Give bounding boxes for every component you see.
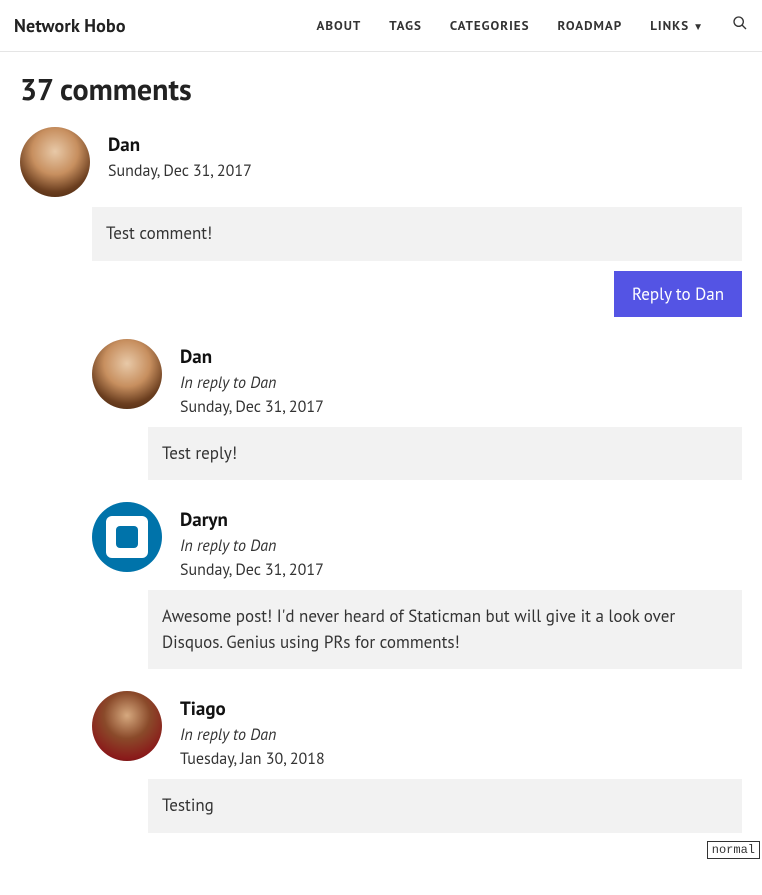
comment-body: Test reply! (148, 427, 742, 481)
comment-meta: Dan In reply to Dan Sunday, Dec 31, 2017 (180, 339, 324, 417)
comment-body: Testing (148, 779, 742, 833)
comment-meta: Dan Sunday, Dec 31, 2017 (108, 127, 252, 181)
author-name: Dan (180, 345, 324, 369)
avatar (20, 127, 90, 197)
in-reply-to: In reply to Dan (180, 373, 324, 393)
comment: Daryn In reply to Dan Sunday, Dec 31, 20… (92, 502, 742, 669)
author-name: Tiago (180, 697, 325, 721)
content: 37 comments Dan Sunday, Dec 31, 2017 Tes… (0, 52, 762, 895)
status-badge: normal (707, 841, 760, 859)
comment-date: Sunday, Dec 31, 2017 (180, 397, 324, 417)
reply-target-link[interactable]: Dan (250, 725, 276, 745)
in-reply-to: In reply to Dan (180, 536, 324, 556)
nav-links[interactable]: LINKS▼ (650, 17, 704, 34)
nav-about[interactable]: ABOUT (316, 17, 361, 34)
nav-roadmap[interactable]: ROADMAP (557, 17, 622, 34)
comments-heading: 37 comments (20, 70, 742, 109)
comment: Tiago In reply to Dan Tuesday, Jan 30, 2… (92, 691, 742, 833)
comment-date: Sunday, Dec 31, 2017 (108, 161, 252, 181)
comment-body: Awesome post! I'd never heard of Staticm… (148, 590, 742, 669)
comment-meta: Daryn In reply to Dan Sunday, Dec 31, 20… (180, 502, 324, 580)
nav-categories[interactable]: CATEGORIES (450, 17, 530, 34)
nav-links: ABOUT TAGS CATEGORIES ROADMAP LINKS▼ (316, 15, 748, 36)
navbar: Network Hobo ABOUT TAGS CATEGORIES ROADM… (0, 0, 762, 52)
author-name: Daryn (180, 508, 324, 532)
reply-row: Reply to Dan (20, 271, 742, 317)
comment-header: Dan Sunday, Dec 31, 2017 (20, 127, 742, 197)
reply-target-link[interactable]: Dan (250, 373, 276, 393)
comment-date: Sunday, Dec 31, 2017 (180, 560, 324, 580)
comment-meta: Tiago In reply to Dan Tuesday, Jan 30, 2… (180, 691, 325, 769)
comment-body: Test comment! (92, 207, 742, 261)
in-reply-to: In reply to Dan (180, 725, 325, 745)
site-brand[interactable]: Network Hobo (14, 14, 126, 37)
avatar (92, 691, 162, 761)
comment-header: Dan In reply to Dan Sunday, Dec 31, 2017 (92, 339, 742, 417)
comment-date: Tuesday, Jan 30, 2018 (180, 749, 325, 769)
avatar (92, 339, 162, 409)
comment: Dan In reply to Dan Sunday, Dec 31, 2017… (92, 339, 742, 481)
chevron-down-icon: ▼ (693, 20, 704, 33)
author-name: Dan (108, 133, 252, 157)
reply-button[interactable]: Reply to Dan (614, 271, 742, 317)
comment-header: Tiago In reply to Dan Tuesday, Jan 30, 2… (92, 691, 742, 769)
reply-target-link[interactable]: Dan (250, 536, 276, 556)
reply-thread: Dan In reply to Dan Sunday, Dec 31, 2017… (92, 339, 742, 833)
nav-tags[interactable]: TAGS (389, 17, 422, 34)
comment-header: Daryn In reply to Dan Sunday, Dec 31, 20… (92, 502, 742, 580)
comment: Dan Sunday, Dec 31, 2017 Test comment! R… (20, 127, 742, 317)
search-icon[interactable] (732, 15, 748, 36)
avatar (92, 502, 162, 572)
